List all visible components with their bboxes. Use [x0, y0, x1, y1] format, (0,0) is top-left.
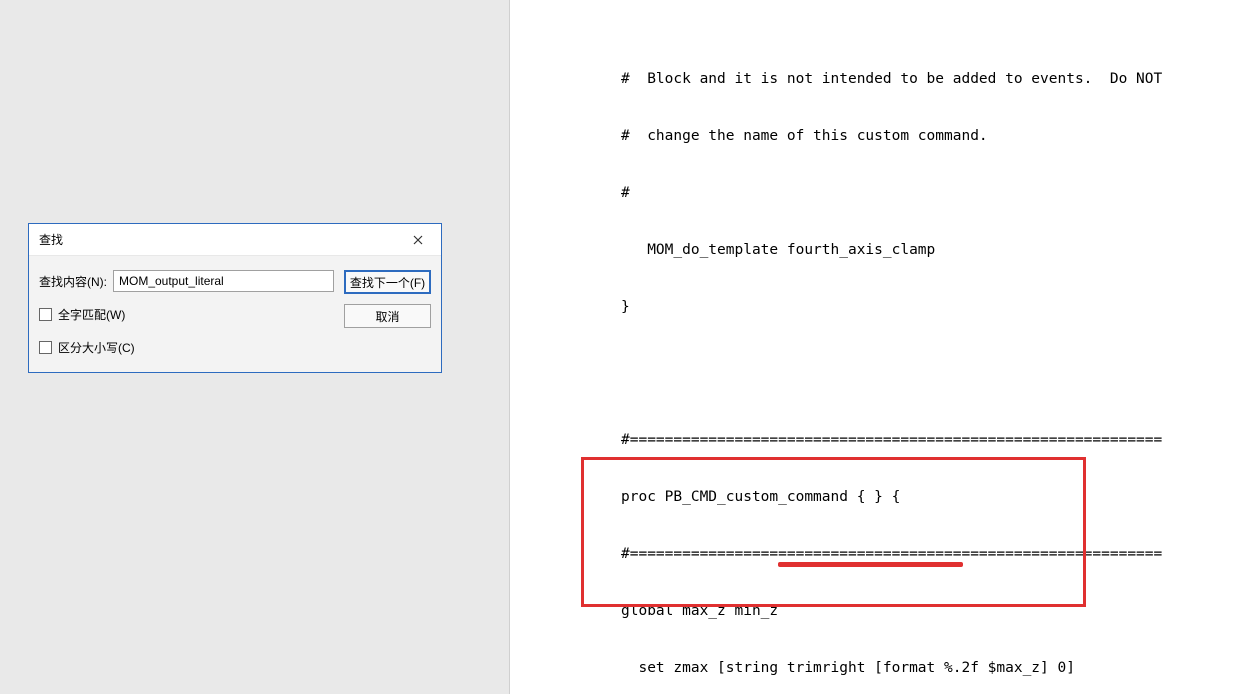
code-line: # Block and it is not intended to be add… [621, 70, 1237, 89]
code-line: proc PB_CMD_custom_command { } { [621, 488, 1237, 507]
find-next-button[interactable]: 查找下一个(F) [344, 270, 431, 294]
code-line: set zmax [string trimright [format %.2f … [621, 659, 1237, 678]
find-content-label: 查找内容(N): [39, 273, 107, 290]
code-line: #=======================================… [621, 431, 1237, 450]
find-dialog: 查找 查找内容(N): 全字匹配(W) [28, 223, 442, 373]
code-line: MOM_do_template fourth_axis_clamp [621, 241, 1237, 260]
code-line: #=======================================… [621, 545, 1237, 564]
checkbox-icon [39, 341, 52, 354]
match-case-checkbox-row[interactable]: 区分大小写(C) [39, 339, 334, 356]
whole-word-checkbox-row[interactable]: 全字匹配(W) [39, 306, 334, 323]
cancel-button[interactable]: 取消 [344, 304, 431, 328]
find-dialog-title: 查找 [39, 231, 63, 248]
close-icon [413, 232, 423, 248]
find-input[interactable] [113, 270, 334, 292]
code-line: } [621, 298, 1237, 317]
checkbox-icon [39, 308, 52, 321]
whole-word-label: 全字匹配(W) [58, 306, 125, 323]
find-dialog-titlebar[interactable]: 查找 [29, 224, 441, 256]
close-button[interactable] [395, 225, 441, 255]
code-editor[interactable]: # Block and it is not intended to be add… [511, 0, 1247, 694]
code-line: # [621, 184, 1237, 203]
code-line: # change the name of this custom command… [621, 127, 1237, 146]
code-line: global max_z min_z [621, 602, 1237, 621]
find-dialog-body: 查找内容(N): 全字匹配(W) 区分大小写(C) 查找下一个(F) 取消 [29, 256, 441, 372]
match-case-label: 区分大小写(C) [58, 339, 135, 356]
code-content: # Block and it is not intended to be add… [621, 32, 1237, 694]
